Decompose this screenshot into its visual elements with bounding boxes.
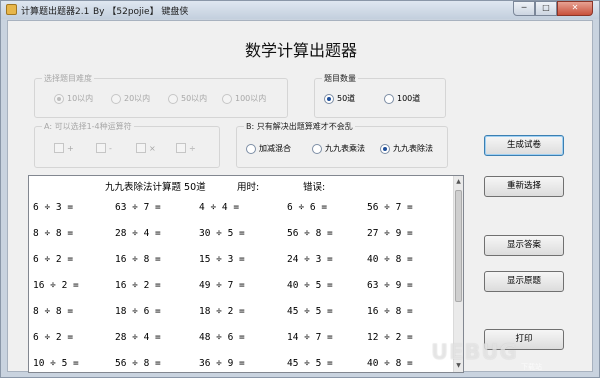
radio-icon: [324, 93, 334, 104]
problem-item: 45 ÷ 5 =: [287, 358, 333, 369]
problem-item: 12 ÷ 2 =: [367, 332, 413, 343]
problem-item: 6 ÷ 2 =: [33, 254, 74, 265]
problem-item: 36 ÷ 9 =: [199, 358, 245, 369]
problem-item: 15 ÷ 3 =: [199, 254, 245, 265]
problem-item: 27 ÷ 9 =: [367, 228, 413, 239]
app-window: 计算题出题器2.1 By 【52pojie】 键盘侠 ─ □ ✕ 数学计算出题器…: [0, 0, 600, 378]
scroll-thumb[interactable]: [455, 190, 462, 302]
mode-option-divide[interactable]: 九九表除法: [380, 143, 433, 154]
count-option-50[interactable]: 50道: [324, 93, 355, 104]
radio-icon: [246, 143, 256, 154]
problem-item: 56 ÷ 8 =: [287, 228, 333, 239]
problem-item: 16 ÷ 8 =: [367, 306, 413, 317]
problem-item: 18 ÷ 6 =: [115, 306, 161, 317]
problem-item: 40 ÷ 8 =: [367, 254, 413, 265]
problem-item: 40 ÷ 8 =: [367, 358, 413, 369]
problem-item: 40 ÷ 5 =: [287, 280, 333, 291]
problem-item: 10 ÷ 5 =: [33, 358, 79, 369]
range-option-20[interactable]: 20以内: [111, 93, 150, 104]
problem-item: 6 ÷ 3 =: [33, 202, 74, 213]
title-bar[interactable]: 计算题出题器2.1 By 【52pojie】 键盘侠 ─ □ ✕: [1, 1, 599, 19]
problem-item: 4 ÷ 4 =: [199, 202, 240, 213]
minimize-button[interactable]: ─: [513, 1, 535, 16]
problem-item: 49 ÷ 7 =: [199, 280, 245, 291]
operator-divide-checkbox[interactable]: ÷: [176, 143, 196, 153]
problem-item: 28 ÷ 4 =: [115, 332, 161, 343]
operator-minus-checkbox[interactable]: -: [96, 143, 112, 153]
problem-item: 30 ÷ 5 =: [199, 228, 245, 239]
generate-button[interactable]: 生成试卷: [484, 135, 564, 156]
page-title: 数学计算出题器: [244, 41, 357, 60]
problem-item: 16 ÷ 2 =: [33, 280, 79, 291]
problem-item: 6 ÷ 6 =: [287, 202, 328, 213]
maximize-button[interactable]: □: [535, 1, 557, 16]
watermark-subtext: 下载站: [521, 363, 542, 371]
client-area: 数学计算出题器 选择题目难度 10以内 20以内 50以内 100以内 题目数量…: [7, 20, 593, 373]
mode-option-multiply[interactable]: 九九表乘法: [312, 143, 365, 154]
problem-output-box[interactable]: 九九表除法计算题 50道 用时: 错误: 6 ÷ 3 = 63 ÷ 7 = 4 ÷ …: [28, 175, 464, 373]
author-credit: By 【52pojie】 键盘侠: [93, 7, 189, 17]
problem-item: 6 ÷ 2 =: [33, 332, 74, 343]
difficulty-group-label: 选择题目难度: [42, 73, 94, 84]
problem-item: 56 ÷ 8 =: [115, 358, 161, 369]
radio-icon: [384, 93, 394, 104]
app-icon: [6, 4, 17, 15]
problem-item: 24 ÷ 3 =: [287, 254, 333, 265]
window-title: 计算题出题器2.1: [21, 7, 90, 17]
radio-icon: [111, 93, 121, 104]
problem-item: 48 ÷ 6 =: [199, 332, 245, 343]
problem-item: 16 ÷ 8 =: [115, 254, 161, 265]
problem-item: 8 ÷ 8 =: [33, 228, 74, 239]
scroll-up-icon[interactable]: ▲: [454, 176, 463, 188]
problem-item: 28 ÷ 4 =: [115, 228, 161, 239]
checkbox-icon: [54, 143, 64, 153]
radio-icon: [312, 143, 322, 154]
operator-multiply-checkbox[interactable]: ×: [136, 143, 156, 153]
range-option-100[interactable]: 100以内: [222, 93, 266, 104]
mode-option-addsub[interactable]: 加减混合: [246, 143, 291, 154]
show-original-button[interactable]: 显示原题: [484, 271, 564, 292]
show-answers-button[interactable]: 显示答案: [484, 235, 564, 256]
checkbox-icon: [96, 143, 106, 153]
reselect-button[interactable]: 重新选择: [484, 176, 564, 197]
operator-plus-checkbox[interactable]: +: [54, 143, 74, 153]
problem-item: 63 ÷ 7 =: [115, 202, 161, 213]
time-label: 用时:: [237, 182, 260, 193]
radio-icon: [168, 93, 178, 104]
checkbox-icon: [176, 143, 186, 153]
radio-icon: [222, 93, 232, 104]
problem-item: 14 ÷ 7 =: [287, 332, 333, 343]
problem-item: 45 ÷ 5 =: [287, 306, 333, 317]
radio-icon: [380, 143, 390, 154]
close-button[interactable]: ✕: [557, 1, 593, 16]
range-option-50[interactable]: 50以内: [168, 93, 207, 104]
problem-item: 18 ÷ 2 =: [199, 306, 245, 317]
problem-item: 63 ÷ 9 =: [367, 280, 413, 291]
range-option-10[interactable]: 10以内: [54, 93, 93, 104]
output-title: 九九表除法计算题 50道: [105, 182, 206, 193]
count-option-100[interactable]: 100道: [384, 93, 420, 104]
radio-icon: [54, 93, 64, 104]
problem-item: 56 ÷ 7 =: [367, 202, 413, 213]
watermark-logo: UEBUG: [431, 340, 518, 364]
problem-item: 16 ÷ 2 =: [115, 280, 161, 291]
operator-group-label: A: 可以选择1-4种运算符: [42, 121, 134, 132]
mode-group-label: B: 只有解决出题算难才不会乱: [244, 121, 355, 132]
checkbox-icon: [136, 143, 146, 153]
error-label: 错误:: [303, 182, 326, 193]
problem-item: 8 ÷ 8 =: [33, 306, 74, 317]
count-group-label: 题目数量: [322, 73, 358, 84]
